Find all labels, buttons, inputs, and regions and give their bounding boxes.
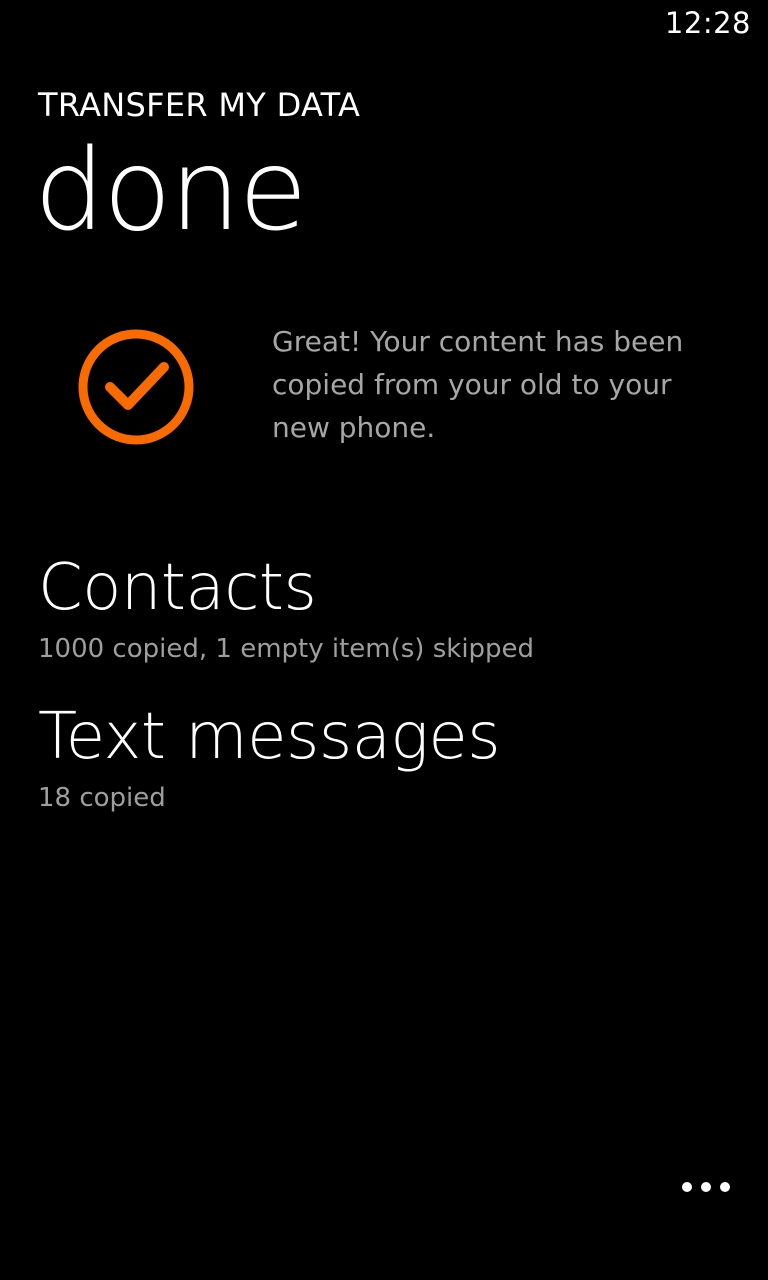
app-title: TRANSFER MY DATA (38, 86, 361, 124)
result-item-text-messages: Text messages 18 copied (38, 700, 501, 813)
result-title: Contacts (38, 551, 317, 625)
ellipsis-icon[interactable] (676, 1172, 736, 1202)
check-circle-icon (78, 329, 194, 445)
check-circle-ring (78, 329, 194, 445)
success-message: Great! Your content has been copied from… (272, 325, 684, 444)
result-item-contacts: Contacts 1000 copied, 1 empty item(s) sk… (38, 556, 534, 664)
result-detail: 1000 copied, 1 empty item(s) skipped (38, 634, 535, 664)
checkmark (105, 362, 169, 410)
ellipsis-dot (682, 1182, 692, 1192)
status-bar-time: 12:28 (664, 6, 751, 40)
page-title: done (34, 126, 308, 256)
ellipsis-dot (720, 1182, 730, 1192)
result-detail: 18 copied (38, 783, 166, 813)
ellipsis-dot (701, 1182, 711, 1192)
result-title: Text messages (38, 700, 501, 774)
